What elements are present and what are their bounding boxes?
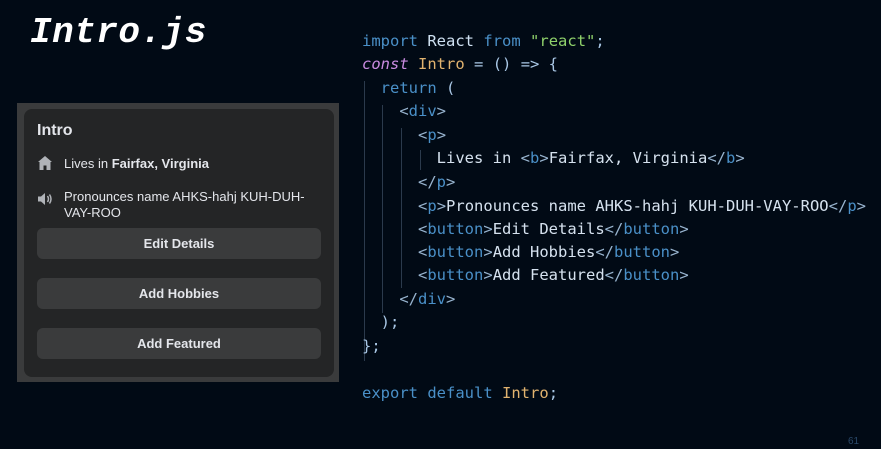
edit-details-button[interactable]: Edit Details <box>37 228 321 259</box>
code-line: <button>Add Featured</button> <box>418 266 689 284</box>
code-line: }; <box>362 337 381 355</box>
code-line: <div> <box>399 102 447 120</box>
code-line: <button>Edit Details</button> <box>418 220 689 238</box>
card-heading: Intro <box>37 122 73 139</box>
pronunciation-row: Pronounces name AHKS-hahj KUH-DUH-VAY-RO… <box>36 188 326 224</box>
code-line: <p> <box>418 126 447 144</box>
add-featured-button[interactable]: Add Featured <box>37 328 321 359</box>
add-hobbies-button[interactable]: Add Hobbies <box>37 278 321 309</box>
code-line: <p>Pronounces name AHKS-hahj KUH-DUH-VAY… <box>418 197 866 215</box>
speaker-icon <box>38 193 52 205</box>
pronunciation-text: Pronounces name AHKS-hahj KUH-DUH-VAY-RO… <box>64 189 305 220</box>
page-number: 61 <box>848 436 860 447</box>
slide-title: Intro.js <box>30 12 207 53</box>
lives-in-text: Lives in Fairfax, Virginia <box>64 156 209 171</box>
intro-card: Intro Lives in Fairfax, Virginia Pronoun… <box>24 109 334 377</box>
code-line: const Intro = () => { <box>362 55 559 73</box>
code-line: Lives in <b>Fairfax, Virginia</b> <box>436 149 745 167</box>
code-line: <button>Add Hobbies</button> <box>418 243 680 261</box>
code-line: export default Intro; <box>362 384 559 402</box>
code-line: </div> <box>399 290 456 308</box>
code-line: ); <box>380 313 400 331</box>
lives-in-place: Fairfax, Virginia <box>111 156 209 171</box>
code-line: </p> <box>418 173 456 191</box>
lives-in-row: Lives in Fairfax, Virginia <box>36 154 326 174</box>
code-line: return ( <box>380 79 456 97</box>
code-line: import React from "react"; <box>362 32 605 50</box>
home-icon <box>38 156 52 170</box>
